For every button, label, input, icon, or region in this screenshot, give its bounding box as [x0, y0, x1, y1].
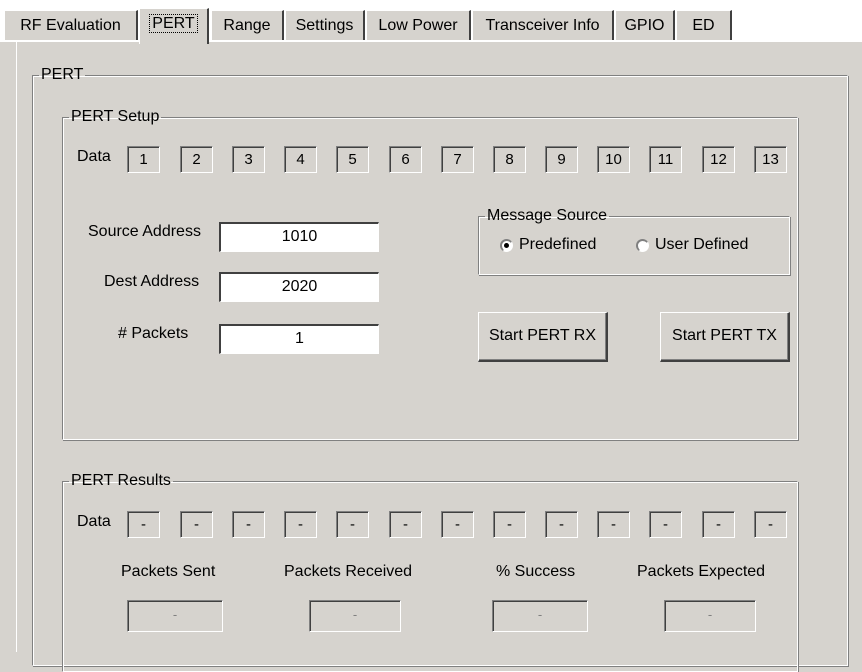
results-data-byte: -	[389, 511, 422, 538]
tab-strip: RF Evaluation PERT Range Settings Low Po…	[0, 0, 862, 44]
setup-data-byte: 2	[180, 146, 213, 173]
packets-input[interactable]: 1	[219, 324, 379, 354]
setup-data-byte: 13	[754, 146, 787, 173]
tab-settings[interactable]: Settings	[285, 10, 365, 40]
dest-address-label: Dest Address	[104, 273, 200, 290]
predefined-radio[interactable]: Predefined	[500, 236, 596, 254]
tab-transceiver-info[interactable]: Transceiver Info	[472, 10, 614, 40]
tab-pert[interactable]: PERT	[139, 8, 209, 44]
setup-data-byte: 12	[702, 146, 735, 173]
source-address-input[interactable]: 1010	[219, 222, 379, 252]
results-data-byte: -	[754, 511, 787, 538]
setup-data-byte: 10	[597, 146, 630, 173]
setup-data-byte: 5	[336, 146, 369, 173]
radio-selected-icon	[500, 238, 513, 252]
success-label: % Success	[496, 563, 576, 580]
tab-rf-evaluation[interactable]: RF Evaluation	[4, 10, 138, 40]
setup-data-byte: 8	[493, 146, 526, 173]
results-data-byte: -	[284, 511, 317, 538]
radio-unselected-icon	[636, 238, 649, 252]
pert-results-label: PERT Results	[71, 472, 171, 489]
tab-range[interactable]: Range	[211, 10, 284, 40]
setup-data-byte: 7	[441, 146, 474, 173]
results-data-byte: -	[336, 511, 369, 538]
results-data-byte: -	[545, 511, 578, 538]
dest-address-input[interactable]: 2020	[219, 272, 379, 302]
packets-sent-label: Packets Sent	[121, 563, 216, 580]
setup-data-label: Data	[77, 148, 111, 165]
setup-data-byte: 11	[649, 146, 682, 173]
tab-gpio[interactable]: GPIO	[615, 10, 675, 40]
packets-expected-value: -	[664, 600, 756, 632]
results-data-byte: -	[493, 511, 526, 538]
results-data-byte: -	[127, 511, 160, 538]
setup-data-byte: 9	[545, 146, 578, 173]
tab-low-power[interactable]: Low Power	[366, 10, 471, 40]
setup-data-byte: 4	[284, 146, 317, 173]
user-defined-label: User Defined	[655, 236, 749, 253]
start-pert-rx-button[interactable]: Start PERT RX	[478, 312, 608, 362]
setup-data-byte: 6	[389, 146, 422, 173]
setup-data-byte: 3	[232, 146, 265, 173]
packets-received-label: Packets Received	[284, 563, 413, 580]
start-pert-tx-button[interactable]: Start PERT TX	[660, 312, 790, 362]
predefined-label: Predefined	[519, 236, 597, 253]
tab-pert-label: PERT	[149, 14, 198, 33]
results-data-byte: -	[232, 511, 265, 538]
tab-ed[interactable]: ED	[676, 10, 732, 40]
setup-data-byte: 1	[127, 146, 160, 173]
message-source-label: Message Source	[487, 207, 608, 224]
packets-sent-value: -	[127, 600, 223, 632]
packets-expected-label: Packets Expected	[637, 563, 766, 580]
success-value: -	[492, 600, 588, 632]
source-address-label: Source Address	[88, 223, 201, 240]
pert-group-label: PERT	[41, 66, 84, 83]
results-data-byte: -	[649, 511, 682, 538]
results-data-byte: -	[597, 511, 630, 538]
results-data-byte: -	[441, 511, 474, 538]
results-data-label: Data	[77, 513, 111, 530]
results-data-byte: -	[702, 511, 735, 538]
results-data-byte: -	[180, 511, 213, 538]
user-defined-radio[interactable]: User Defined	[636, 236, 748, 254]
pert-setup-label: PERT Setup	[71, 108, 160, 125]
packets-received-value: -	[309, 600, 401, 632]
packets-label: # Packets	[118, 325, 189, 342]
